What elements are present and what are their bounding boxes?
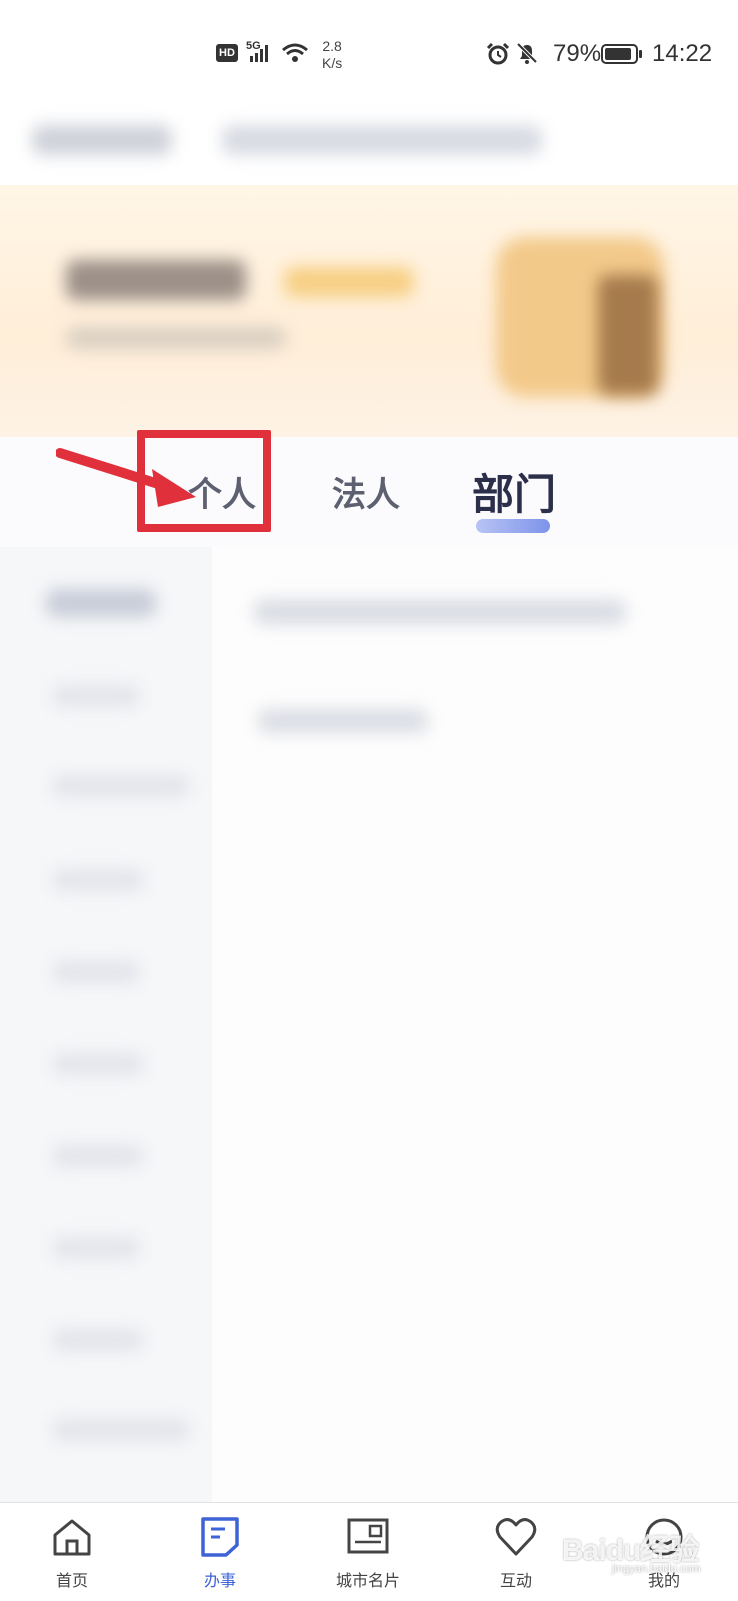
sidebar-item[interactable] [52, 1237, 140, 1259]
battery-icon [601, 44, 642, 64]
promo-banner[interactable] [0, 185, 738, 437]
sidebar-item[interactable] [52, 869, 144, 891]
blurred-search-box[interactable] [222, 125, 542, 155]
sidebar-item-active[interactable] [46, 589, 156, 617]
mute-bell-icon [516, 42, 538, 64]
nav-services[interactable]: 办事 [155, 1503, 285, 1601]
wifi-icon [282, 43, 308, 62]
heart-icon [495, 1518, 537, 1556]
nav-services-label: 办事 [203, 1573, 236, 1590]
clock: 14:22 [652, 40, 713, 67]
service-item[interactable] [258, 709, 428, 733]
battery-percent: 79% [553, 40, 602, 67]
banner-tag [284, 267, 414, 297]
network-speed: 2.8 K/s [322, 38, 342, 72]
home-icon [53, 1519, 91, 1556]
banner-subtitle [66, 327, 286, 349]
baidu-watermark-url: jingyan.baidu.com [612, 1563, 701, 1575]
alarm-icon [486, 42, 510, 65]
sidebar-item[interactable] [52, 1145, 144, 1167]
document-icon [201, 1517, 239, 1557]
sidebar-item[interactable] [52, 961, 140, 983]
sidebar-item[interactable] [52, 685, 140, 707]
city-card-icon [347, 1518, 389, 1554]
category-sidebar [0, 547, 212, 1502]
hd-badge: HD [216, 44, 238, 62]
speed-value: 2.8 [322, 38, 342, 54]
blurred-title [32, 125, 172, 155]
nav-interaction-label: 互动 [499, 1573, 532, 1590]
signal-icon [250, 45, 268, 62]
banner-figure [598, 275, 658, 395]
sidebar-item[interactable] [52, 775, 190, 797]
banner-headline [66, 260, 246, 300]
sidebar-item[interactable] [52, 1053, 144, 1075]
nav-home[interactable]: 首页 [7, 1503, 137, 1601]
tab-department[interactable]: 部门 [472, 461, 556, 522]
speed-unit: K/s [322, 55, 343, 71]
sidebar-item[interactable] [52, 1329, 144, 1351]
service-list [212, 547, 738, 1502]
status-bar: HD 5G 2.8 K/s 79% 14:22 [0, 0, 738, 105]
nav-city-card-label: 城市名片 [335, 1573, 400, 1590]
annotation-arrow [56, 448, 196, 507]
blurred-header [0, 105, 738, 185]
nav-city-card[interactable]: 城市名片 [303, 1503, 433, 1601]
service-item[interactable] [254, 599, 626, 625]
nav-home-label: 首页 [55, 1573, 88, 1590]
tab-legal-entity[interactable]: 法人 [332, 467, 400, 516]
sidebar-item[interactable] [52, 1419, 190, 1441]
tab-active-indicator [476, 519, 550, 533]
